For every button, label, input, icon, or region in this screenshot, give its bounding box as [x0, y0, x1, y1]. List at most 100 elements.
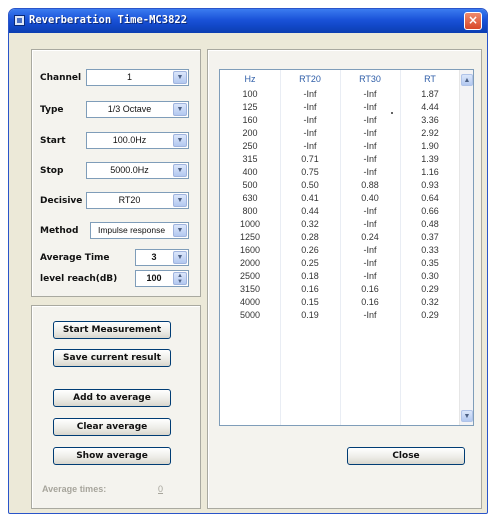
window-title: Reverberation Time-MC3822 — [29, 14, 188, 26]
spin-down-icon[interactable]: ▼ — [174, 279, 186, 285]
spinner-arrows-icon[interactable]: ▲ ▼ — [173, 272, 187, 285]
average-time-select[interactable]: 3 ▼ — [135, 249, 189, 266]
stop-value: 5000.0Hz — [110, 165, 149, 175]
cell-hz: 500 — [242, 180, 258, 190]
start-measurement-button[interactable]: Start Measurement — [53, 321, 171, 339]
clear-average-button[interactable]: Clear average — [53, 418, 171, 436]
table-row[interactable]: 500 0.50 0.88 0.93 — [220, 180, 460, 193]
close-window-button[interactable]: × — [464, 12, 482, 30]
channel-label: Channel — [40, 73, 82, 83]
table-row[interactable]: 4000 0.15 0.16 0.32 — [220, 297, 460, 310]
results-table[interactable]: Hz RT20 RT30 RT 100 -Inf -Inf 1.87 125 -Inf -I… — [219, 69, 474, 426]
title-bar[interactable]: Reverberation Time-MC3822 × — [9, 9, 487, 33]
chevron-down-icon[interactable]: ▼ — [173, 251, 187, 264]
add-to-average-button[interactable]: Add to average — [53, 389, 171, 407]
cell-hz: 800 — [242, 206, 258, 216]
table-row[interactable]: 125 -Inf -Inf 4.44 — [220, 102, 460, 115]
level-reach-label: level reach(dB) — [40, 274, 118, 284]
table-row[interactable]: 1000 0.32 -Inf 0.48 — [220, 219, 460, 232]
cell-rt30: 0.24 — [361, 232, 379, 242]
table-row[interactable]: 100 -Inf -Inf 1.87 — [220, 89, 460, 102]
chevron-down-icon[interactable]: ▼ — [173, 194, 187, 207]
table-row[interactable]: 1600 0.26 -Inf 0.33 — [220, 245, 460, 258]
table-row[interactable]: 250 -Inf -Inf 1.90 — [220, 141, 460, 154]
cell-rt20: -Inf — [303, 141, 317, 151]
type-select[interactable]: 1/3 Octave ▼ — [86, 101, 189, 118]
table-row[interactable]: 800 0.44 -Inf 0.66 — [220, 206, 460, 219]
table-row[interactable]: 3150 0.16 0.16 0.29 — [220, 284, 460, 297]
cell-rt30: -Inf — [363, 245, 377, 255]
cell-rt: 0.93 — [421, 180, 439, 190]
type-value: 1/3 Octave — [107, 104, 152, 114]
table-row[interactable]: 2000 0.25 -Inf 0.35 — [220, 258, 460, 271]
cell-rt30: 0.16 — [361, 297, 379, 307]
cell-hz: 4000 — [239, 297, 261, 307]
save-current-result-button[interactable]: Save current result — [53, 349, 171, 367]
cell-rt: 0.48 — [421, 219, 439, 229]
cell-rt20: 0.41 — [301, 193, 319, 203]
cell-rt: 1.87 — [421, 89, 439, 99]
cell-rt20: 0.50 — [301, 180, 319, 190]
show-average-button[interactable]: Show average — [53, 447, 171, 465]
stop-select[interactable]: 5000.0Hz ▼ — [86, 162, 189, 179]
cell-rt: 3.36 — [421, 115, 439, 125]
level-reach-spinner[interactable]: 100 ▲ ▼ — [135, 270, 189, 287]
cell-rt20: -Inf — [303, 128, 317, 138]
cell-rt: 0.64 — [421, 193, 439, 203]
table-scrollbar[interactable]: ▲ ▼ — [459, 70, 473, 425]
column-header-rt20[interactable]: RT20 — [280, 74, 340, 84]
column-header-rt30[interactable]: RT30 — [340, 74, 400, 84]
cell-rt20: 0.18 — [301, 271, 319, 281]
chevron-down-icon[interactable]: ▼ — [173, 71, 187, 84]
chevron-down-icon[interactable]: ▼ — [173, 224, 187, 237]
cell-rt30: -Inf — [363, 167, 377, 177]
table-row[interactable]: 200 -Inf -Inf 2.92 — [220, 128, 460, 141]
table-row[interactable]: 2500 0.18 -Inf 0.30 — [220, 271, 460, 284]
table-body: 100 -Inf -Inf 1.87 125 -Inf -Inf 4.44 160 -Inf -In… — [220, 89, 460, 323]
close-button[interactable]: Close — [347, 447, 465, 465]
cell-hz: 315 — [242, 154, 258, 164]
cell-rt: 0.29 — [421, 310, 439, 320]
cell-rt30: -Inf — [363, 128, 377, 138]
cell-rt20: 0.28 — [301, 232, 319, 242]
cell-rt30: 0.40 — [361, 193, 379, 203]
cell-hz: 2000 — [239, 258, 261, 268]
table-row[interactable]: 1250 0.28 0.24 0.37 — [220, 232, 460, 245]
chevron-down-icon[interactable]: ▼ — [173, 103, 187, 116]
scroll-down-icon[interactable]: ▼ — [461, 410, 473, 422]
channel-select[interactable]: 1 ▼ — [86, 69, 189, 86]
average-time-value: 3 — [151, 252, 157, 262]
decisive-value: RT20 — [118, 195, 141, 205]
start-select[interactable]: 100.0Hz ▼ — [86, 132, 189, 149]
table-row[interactable]: 160 -Inf -Inf 3.36 — [220, 115, 460, 128]
cell-rt: 4.44 — [421, 102, 439, 112]
cell-rt30: -Inf — [363, 258, 377, 268]
cell-hz: 200 — [242, 128, 258, 138]
table-row[interactable]: 630 0.41 0.40 0.64 — [220, 193, 460, 206]
chevron-down-icon[interactable]: ▼ — [173, 134, 187, 147]
cell-rt: 0.29 — [421, 284, 439, 294]
level-reach-value: 100 — [146, 273, 162, 283]
chevron-down-icon[interactable]: ▼ — [173, 164, 187, 177]
cell-rt: 1.16 — [421, 167, 439, 177]
cell-rt30: 0.16 — [361, 284, 379, 294]
cell-rt30: -Inf — [363, 89, 377, 99]
column-header-rt[interactable]: RT — [400, 74, 460, 84]
cell-rt: 0.32 — [421, 297, 439, 307]
column-header-hz[interactable]: Hz — [220, 74, 280, 84]
table-row[interactable]: 5000 0.19 -Inf 0.29 — [220, 310, 460, 323]
scroll-up-icon[interactable]: ▲ — [461, 74, 473, 86]
cell-hz: 5000 — [239, 310, 261, 320]
cell-hz: 100 — [242, 89, 258, 99]
method-select[interactable]: Impulse response ▼ — [90, 222, 189, 239]
cell-rt30: -Inf — [363, 206, 377, 216]
cell-rt: 0.66 — [421, 206, 439, 216]
decisive-select[interactable]: RT20 ▼ — [86, 192, 189, 209]
table-header: Hz RT20 RT30 RT — [220, 74, 460, 86]
app-icon — [14, 15, 25, 26]
cell-rt30: -Inf — [363, 219, 377, 229]
table-row[interactable]: 400 0.75 -Inf 1.16 — [220, 167, 460, 180]
cell-rt: 0.30 — [421, 271, 439, 281]
cell-hz: 125 — [242, 102, 258, 112]
table-row[interactable]: 315 0.71 -Inf 1.39 — [220, 154, 460, 167]
